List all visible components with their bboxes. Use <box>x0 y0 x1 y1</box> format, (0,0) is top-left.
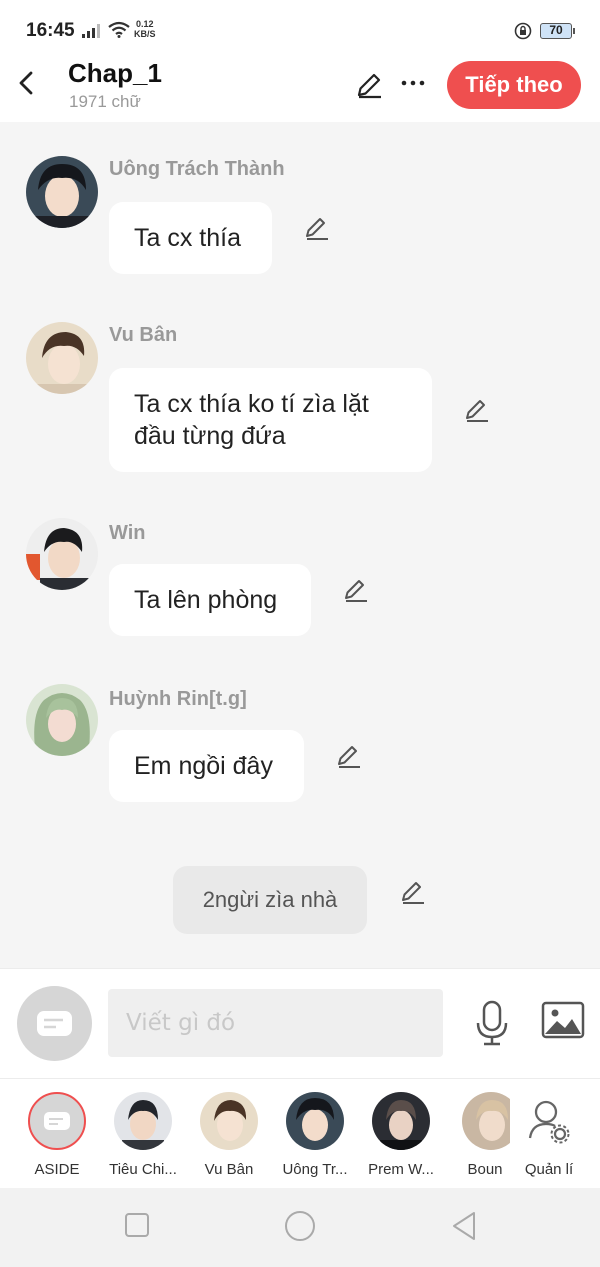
clock: 16:45 <box>26 20 75 41</box>
character-name: Win <box>109 522 146 544</box>
character-name: Uông Trách Thành <box>109 158 285 180</box>
character-manage[interactable]: Quản lí <box>508 1089 590 1178</box>
character-item[interactable]: Prem W... <box>360 1089 442 1178</box>
edit-pencil-icon[interactable] <box>354 70 384 100</box>
image-icon[interactable] <box>541 1001 585 1041</box>
character-item[interactable]: Tiêu Chi... <box>102 1089 184 1178</box>
character-item[interactable]: Boun <box>446 1089 510 1178</box>
rotation-lock-icon <box>514 22 532 40</box>
message-input[interactable] <box>108 989 443 1057</box>
next-chapter-button[interactable]: Tiếp theo <box>447 61 581 109</box>
avatar <box>462 1092 510 1150</box>
composer-bar <box>0 968 600 1078</box>
edit-pencil-icon[interactable] <box>342 576 370 604</box>
character-bar: ASIDE Tiêu Chi... Vu Bân Uông Tr... Prem… <box>0 1078 600 1188</box>
edit-pencil-icon[interactable] <box>463 396 491 424</box>
character-aside[interactable]: ASIDE <box>16 1089 98 1178</box>
message-bubble[interactable]: Ta lên phòng <box>109 564 311 636</box>
recent-apps-button[interactable] <box>124 1212 150 1238</box>
battery-indicator: 70 <box>540 23 575 39</box>
status-bar: 16:45 0.12 KB/S 70 <box>0 0 600 58</box>
aside-button[interactable] <box>17 986 92 1061</box>
word-count: 1971 chữ <box>69 92 141 111</box>
character-item[interactable]: Vu Bân <box>188 1089 270 1178</box>
character-label: Vu Bân <box>204 1161 254 1178</box>
avatar <box>114 1092 172 1150</box>
chapter-title: Chap_1 <box>68 58 162 88</box>
character-label: Tiêu Chi... <box>109 1161 177 1178</box>
signal-icon <box>82 24 100 38</box>
back-button[interactable] <box>14 68 42 98</box>
character-name: Vu Bân <box>109 324 178 346</box>
microphone-icon[interactable] <box>472 999 512 1047</box>
character-label: Quản lí <box>524 1161 574 1178</box>
home-button[interactable] <box>284 1210 316 1242</box>
message-bubble[interactable]: Em ngồi đây <box>109 730 304 802</box>
back-nav-button[interactable] <box>450 1210 478 1242</box>
avatar <box>286 1092 344 1150</box>
chapter-header: Chap_1 1971 chữ Tiếp theo <box>0 58 600 122</box>
manage-characters-icon <box>528 1100 570 1144</box>
avatar <box>200 1092 258 1150</box>
character-label: Prem W... <box>368 1161 434 1178</box>
message-bubble[interactable]: Ta cx thía ko tí zìa lặt đầu từng đứa <box>109 368 432 472</box>
message-bubble[interactable]: Ta cx thía <box>109 202 272 274</box>
avatar[interactable] <box>26 684 98 756</box>
avatar <box>372 1092 430 1150</box>
character-label: ASIDE <box>34 1161 80 1178</box>
system-navigation-bar <box>0 1188 600 1267</box>
narration-bubble[interactable]: 2ngừi zìa nhà <box>173 866 367 934</box>
edit-pencil-icon[interactable] <box>399 878 427 906</box>
avatar[interactable] <box>26 518 98 590</box>
aside-icon <box>28 1092 86 1150</box>
edit-pencil-icon[interactable] <box>335 742 363 770</box>
character-label: Uông Tr... <box>282 1161 348 1178</box>
chat-area[interactable]: Uông Trách Thành Ta cx thía Vu Bân Ta cx… <box>0 122 600 968</box>
aside-icon <box>37 1011 72 1036</box>
edit-pencil-icon[interactable] <box>303 214 331 242</box>
character-label: Boun <box>467 1161 503 1178</box>
network-speed: 0.12 KB/S <box>134 19 156 39</box>
avatar[interactable] <box>26 322 98 394</box>
character-item[interactable]: Uông Tr... <box>274 1089 356 1178</box>
character-name: Huỳnh Rin[t.g] <box>109 688 247 710</box>
wifi-icon <box>108 21 130 38</box>
avatar[interactable] <box>26 156 98 228</box>
more-options-icon[interactable] <box>400 70 426 96</box>
